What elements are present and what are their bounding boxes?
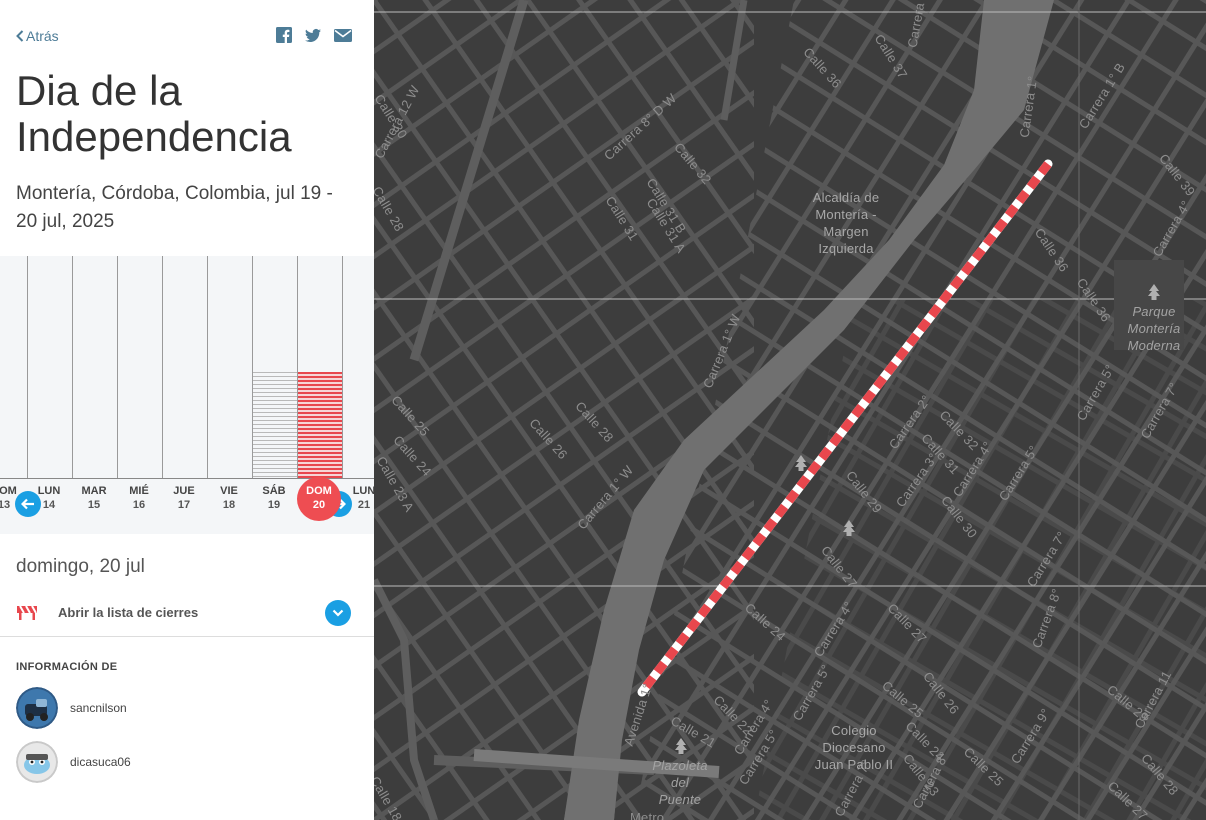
day-label: DOM: [306, 485, 332, 497]
timeline-day[interactable]: DOM 20: [297, 477, 341, 521]
event-panel: Atrás Dia de la Independencia Montería, …: [0, 0, 374, 820]
timeline-day[interactable]: DOM 13: [0, 484, 26, 512]
day-number: 13: [0, 499, 11, 511]
avatar: [16, 741, 58, 783]
timeline-gridline: [27, 256, 28, 479]
day-label: DOM: [0, 485, 17, 497]
day-number: 15: [87, 499, 101, 511]
day-number: 14: [42, 499, 56, 511]
closures-toggle[interactable]: Abrir la lista de cierres: [0, 594, 374, 637]
email-icon[interactable]: [334, 27, 352, 43]
map-view[interactable]: Calle 36 Calle 37 Carrera 1° W Calle 30 Carr…: [374, 0, 1206, 820]
timeline-day[interactable]: SÁB 19: [252, 484, 296, 512]
timeline-day[interactable]: JUE 17: [162, 484, 206, 512]
timeline-bar[interactable]: [298, 372, 342, 479]
day-label: JUE: [173, 485, 195, 497]
user-item[interactable]: sancnilson: [16, 687, 346, 729]
timeline-columns: [0, 256, 374, 479]
day-label: MAR: [81, 485, 107, 497]
timeline-day[interactable]: LUN 14: [27, 484, 71, 512]
info-heading: INFORMACIÓN DE: [16, 661, 118, 673]
place-label: Alcaldía de Montería - Margen Izquierda: [812, 190, 880, 256]
place-label: Parque Montería Moderna: [1127, 304, 1181, 353]
back-link[interactable]: Atrás: [16, 28, 59, 44]
timeline-days: DOM 13 LUN 14 MAR 15 MIÉ 16 JUE 17 VIE 18 SÁB 19 DOM 20…: [0, 477, 374, 524]
twitter-icon[interactable]: [305, 27, 321, 43]
timeline-day[interactable]: MIÉ 16: [117, 484, 161, 512]
timeline-gridline: [72, 256, 73, 479]
road-barrier-icon: [16, 603, 38, 626]
place-label: Colegio Diocesano Juan Pablo II: [814, 723, 894, 772]
timeline-bar[interactable]: [253, 372, 297, 479]
day-number: 21: [357, 499, 371, 511]
chevron-left-icon: [16, 30, 24, 42]
timeline-day[interactable]: LUN 21: [342, 484, 374, 512]
timeline-day[interactable]: MAR 15: [72, 484, 116, 512]
day-number: 18: [222, 499, 236, 511]
back-label: Atrás: [26, 28, 59, 44]
place-label: Plazoleta del Puente: [652, 758, 708, 807]
timeline-gridline: [342, 256, 343, 479]
day-number: 20: [312, 499, 326, 511]
day-number: 17: [177, 499, 191, 511]
day-label: LUN: [37, 485, 61, 497]
day-label: LUN: [352, 485, 374, 497]
timeline-gridline: [207, 256, 208, 479]
day-label: MIÉ: [129, 485, 149, 497]
share-bar: [276, 27, 352, 43]
chevron-down-icon[interactable]: [325, 600, 351, 626]
page-title: Dia de la Independencia: [16, 67, 292, 160]
panel-header: Atrás Dia de la Independencia Montería, …: [0, 0, 374, 256]
timeline-day[interactable]: VIE 18: [207, 484, 251, 512]
day-label: SÁB: [262, 485, 286, 497]
day-number: 19: [267, 499, 281, 511]
selected-date: domingo, 20 jul: [16, 556, 145, 577]
event-subtitle: Montería, Córdoba, Colombia, jul 19 - 20…: [16, 183, 333, 232]
user-name: sancnilson: [70, 701, 127, 715]
place-label: Metro: [630, 810, 665, 820]
closures-label: Abrir la lista de cierres: [58, 605, 199, 620]
day-number: 16: [132, 499, 146, 511]
avatar: [16, 687, 58, 729]
user-item[interactable]: dicasuca06: [16, 741, 346, 783]
timeline-gridline: [117, 256, 118, 479]
user-name: dicasuca06: [70, 755, 131, 769]
timeline-chart[interactable]: DOM 13 LUN 14 MAR 15 MIÉ 16 JUE 17 VIE 18 SÁB 19 DOM 20…: [0, 256, 374, 534]
day-label: VIE: [220, 485, 238, 497]
timeline-gridline: [162, 256, 163, 479]
facebook-icon[interactable]: [276, 27, 292, 43]
